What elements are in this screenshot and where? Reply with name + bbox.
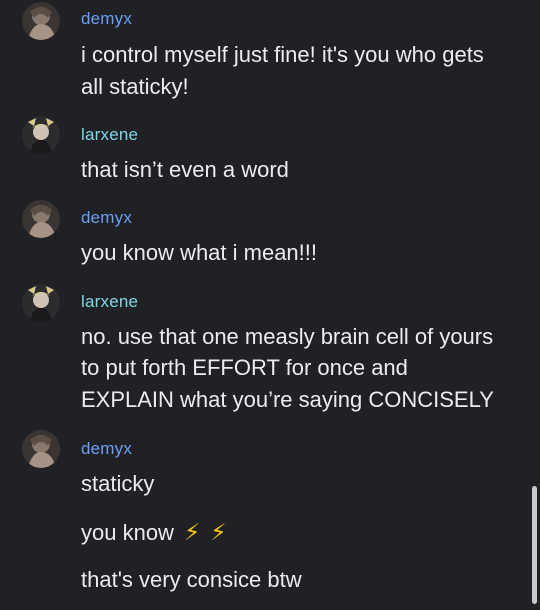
demyx-avatar[interactable]	[22, 2, 60, 40]
message-text: EXPLAIN what you’re saying CONCISELY	[81, 387, 494, 412]
message-text: to put forth EFFORT for once and	[81, 355, 408, 380]
message-text: all staticky!	[81, 74, 189, 99]
author-name[interactable]: demyx	[81, 9, 132, 29]
message-text: that's very consice btw	[81, 567, 302, 592]
author-name[interactable]: larxene	[81, 292, 138, 312]
larxene-avatar[interactable]	[22, 116, 60, 154]
author-name[interactable]: demyx	[81, 208, 132, 228]
message-text: you know what i mean!!!	[81, 240, 318, 265]
larxene-avatar[interactable]	[22, 284, 60, 322]
demyx-avatar[interactable]	[22, 200, 60, 238]
scrollbar[interactable]	[532, 486, 537, 604]
message-text: you know	[81, 520, 174, 545]
message-text-with-emoji: you know ⚡ ⚡	[81, 516, 227, 549]
message-text: that isn’t even a word	[81, 157, 289, 182]
message-text: staticky	[81, 471, 155, 496]
author-name[interactable]: larxene	[81, 125, 138, 145]
demyx-avatar[interactable]	[22, 430, 60, 468]
message-text: no. use that one measly brain cell of yo…	[81, 324, 494, 349]
lightning-emoji-icon: ⚡	[184, 519, 201, 545]
message-text: i control myself just fine! it's you who…	[81, 42, 484, 67]
lightning-emoji-icon: ⚡	[210, 519, 227, 545]
author-name[interactable]: demyx	[81, 439, 132, 459]
